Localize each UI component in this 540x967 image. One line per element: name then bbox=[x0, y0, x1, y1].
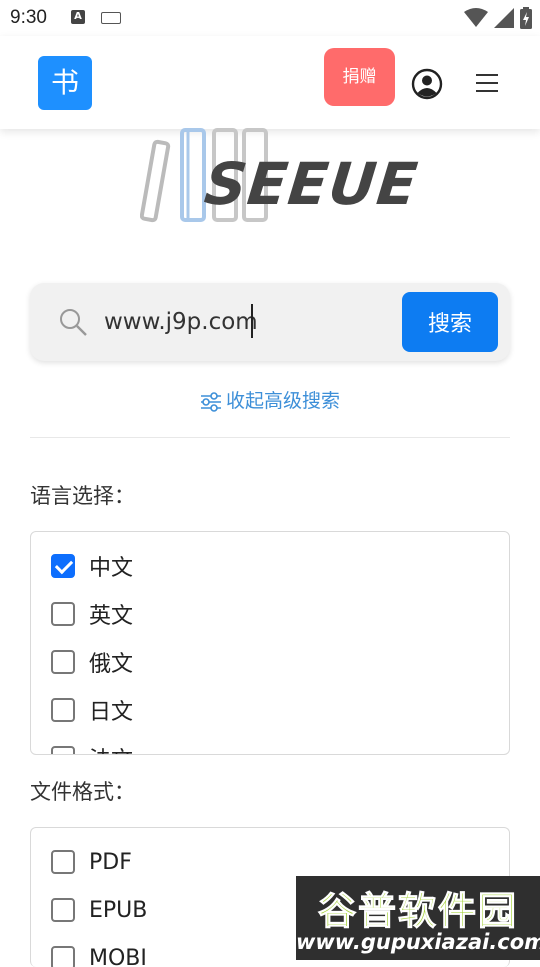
language-section-label: 语言选择： bbox=[30, 480, 135, 510]
sliders-icon bbox=[200, 392, 222, 412]
format-option-mobi[interactable]: MOBI bbox=[51, 940, 147, 967]
hamburger-menu-icon[interactable] bbox=[475, 72, 499, 94]
text-caret bbox=[251, 304, 253, 338]
language-option-russian[interactable]: 俄文 bbox=[51, 644, 133, 680]
keyboard-a-icon: A bbox=[71, 10, 85, 24]
battery-icon bbox=[520, 7, 532, 29]
language-option-english[interactable]: 英文 bbox=[51, 596, 133, 632]
checkbox[interactable] bbox=[51, 650, 75, 674]
status-time: 9:30 bbox=[10, 7, 47, 29]
format-option-pdf[interactable]: PDF bbox=[51, 844, 132, 880]
advanced-search-toggle[interactable]: 收起高级搜索 bbox=[0, 386, 540, 413]
checkbox[interactable] bbox=[51, 850, 75, 874]
app-header: 书 捐赠 bbox=[0, 36, 540, 129]
watermark-title: 谷普软件园 bbox=[296, 880, 540, 935]
watermark-logo: 谷普软件园 www.gupuxiazai.com bbox=[296, 876, 540, 960]
status-bar: 9:30 A bbox=[0, 0, 540, 36]
search-button[interactable]: 搜索 bbox=[402, 292, 498, 352]
signal-icon bbox=[494, 8, 514, 28]
brand-wordmark: SEEUE bbox=[201, 150, 421, 218]
status-icons bbox=[464, 6, 532, 30]
keyboard-icon bbox=[101, 12, 121, 24]
checkbox[interactable] bbox=[51, 698, 75, 722]
language-option-chinese[interactable]: 中文 bbox=[51, 548, 133, 584]
option-label: 中文 bbox=[89, 550, 133, 582]
wifi-icon bbox=[464, 8, 488, 28]
option-label: EPUB bbox=[89, 898, 147, 923]
advanced-search-label: 收起高级搜索 bbox=[226, 390, 340, 412]
option-label: PDF bbox=[89, 850, 132, 875]
checkbox[interactable] bbox=[51, 946, 75, 967]
option-label: MOBI bbox=[89, 946, 147, 967]
watermark-url: www.gupuxiazai.com bbox=[296, 930, 540, 954]
option-label: 英文 bbox=[89, 598, 133, 630]
search-input[interactable] bbox=[104, 299, 394, 345]
format-option-epub[interactable]: EPUB bbox=[51, 892, 147, 928]
option-label: 俄文 bbox=[89, 646, 133, 678]
language-options-list[interactable]: 中文 英文 俄文 日文 法文 bbox=[30, 531, 510, 755]
language-option-japanese[interactable]: 日文 bbox=[51, 692, 133, 728]
format-section-label: 文件格式： bbox=[30, 776, 135, 806]
checkbox[interactable] bbox=[51, 602, 75, 626]
donate-button[interactable]: 捐赠 bbox=[324, 48, 395, 106]
language-option-french[interactable]: 法文 bbox=[51, 740, 133, 755]
search-bar: 搜索 bbox=[30, 283, 510, 361]
divider bbox=[30, 437, 510, 438]
checkbox[interactable] bbox=[51, 746, 75, 755]
search-icon bbox=[58, 307, 88, 337]
checkbox-checked[interactable] bbox=[51, 554, 75, 578]
site-logo-button[interactable]: 书 bbox=[38, 56, 92, 110]
checkbox[interactable] bbox=[51, 898, 75, 922]
option-label: 法文 bbox=[89, 742, 133, 755]
option-label: 日文 bbox=[89, 694, 133, 726]
user-account-icon[interactable] bbox=[411, 68, 443, 100]
